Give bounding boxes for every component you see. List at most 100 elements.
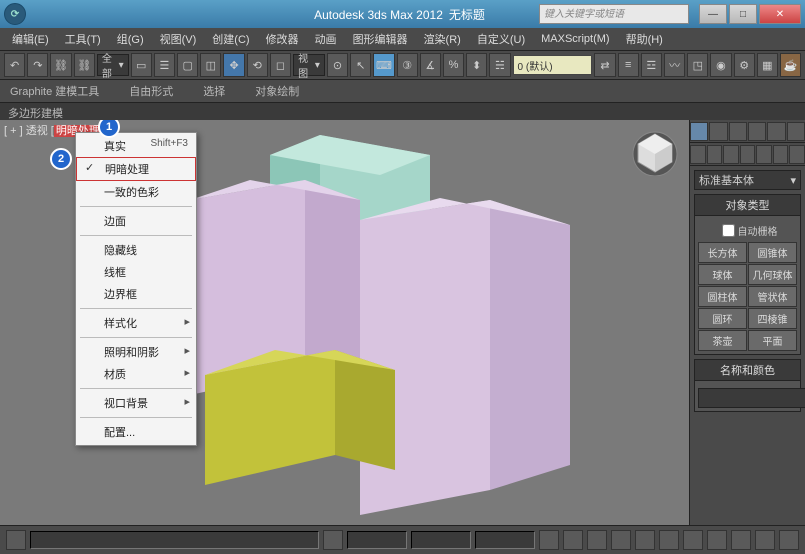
name-color-header[interactable]: 名称和颜色: [695, 360, 800, 381]
selection-filter-combo[interactable]: 全部 ▾: [97, 54, 129, 76]
menu-animation[interactable]: 动画: [307, 29, 345, 49]
box-button[interactable]: 长方体: [698, 242, 747, 263]
menu-maxscript[interactable]: MAXScript(M): [533, 31, 617, 47]
selection-lock-icon[interactable]: [611, 530, 631, 550]
fov-icon[interactable]: [731, 530, 751, 550]
menu-graph-editors[interactable]: 图形编辑器: [345, 29, 416, 49]
menu-customize[interactable]: 自定义(U): [469, 29, 533, 49]
ctx-wireframe[interactable]: 线框: [76, 261, 196, 283]
ctx-bounding-box[interactable]: 边界框: [76, 283, 196, 305]
menu-create[interactable]: 创建(C): [204, 29, 257, 49]
menu-edit[interactable]: 编辑(E): [4, 29, 57, 49]
zoom-region-icon[interactable]: [755, 530, 775, 550]
time-tag-icon[interactable]: [563, 530, 583, 550]
motion-tab-icon[interactable]: [748, 122, 766, 141]
systems-icon[interactable]: [789, 145, 805, 164]
render-icon[interactable]: ☕: [780, 53, 801, 77]
close-button[interactable]: ✕: [759, 4, 801, 24]
redo-icon[interactable]: ↷: [27, 53, 48, 77]
shapes-icon[interactable]: [707, 145, 723, 164]
coord-y-field[interactable]: [411, 531, 471, 549]
primitive-type-combo[interactable]: 标准基本体▾: [694, 170, 801, 190]
ribbon-freeform[interactable]: 自由形式: [129, 83, 173, 99]
ctx-stylized[interactable]: 样式化: [76, 312, 196, 334]
undo-icon[interactable]: ↶: [4, 53, 25, 77]
menu-render[interactable]: 渲染(R): [416, 29, 469, 49]
hierarchy-tab-icon[interactable]: [729, 122, 747, 141]
render-frame-icon[interactable]: ▦: [757, 53, 778, 77]
torus-button[interactable]: 圆环: [698, 308, 747, 329]
select-icon[interactable]: ▭: [131, 53, 152, 77]
create-tab-icon[interactable]: [690, 122, 708, 141]
geosphere-button[interactable]: 几何球体: [748, 264, 797, 285]
ctx-consistent-color[interactable]: 一致的色彩: [76, 181, 196, 203]
display-tab-icon[interactable]: [767, 122, 785, 141]
ribbon-graphite[interactable]: Graphite 建模工具: [10, 83, 99, 99]
material-editor-icon[interactable]: ◉: [710, 53, 731, 77]
app-icon[interactable]: ⟳: [4, 3, 26, 25]
geometry-icon[interactable]: [690, 145, 706, 164]
grid-icon[interactable]: [539, 530, 559, 550]
object-type-header[interactable]: 对象类型: [695, 195, 800, 216]
ref-coord-combo[interactable]: 视图 ▾: [293, 54, 325, 76]
select-manipulate-icon[interactable]: ↖: [350, 53, 371, 77]
layer-manager-icon[interactable]: ☲: [641, 53, 662, 77]
align-icon[interactable]: ≡: [618, 53, 639, 77]
maximize-button[interactable]: □: [729, 4, 757, 24]
move-icon[interactable]: ✥: [223, 53, 244, 77]
link-icon[interactable]: ⛓: [50, 53, 71, 77]
pivot-icon[interactable]: ⊙: [327, 53, 348, 77]
modify-tab-icon[interactable]: [709, 122, 727, 141]
mirror-icon[interactable]: ⇄: [594, 53, 615, 77]
spacewarps-icon[interactable]: [773, 145, 789, 164]
minimize-button[interactable]: —: [699, 4, 727, 24]
ribbon-selection[interactable]: 选择: [203, 83, 225, 99]
lock-icon[interactable]: [323, 530, 343, 550]
pyramid-button[interactable]: 四棱锥: [748, 308, 797, 329]
percent-snap-icon[interactable]: %: [443, 53, 464, 77]
schematic-icon[interactable]: ◳: [687, 53, 708, 77]
plane-button[interactable]: 平面: [748, 330, 797, 351]
menu-view[interactable]: 视图(V): [152, 29, 205, 49]
rotate-icon[interactable]: ⟲: [247, 53, 268, 77]
tube-button[interactable]: 管状体: [748, 286, 797, 307]
ctx-shaded[interactable]: ✓明暗处理: [76, 157, 196, 181]
helpers-icon[interactable]: [756, 145, 772, 164]
zoom-icon[interactable]: [683, 530, 703, 550]
cameras-icon[interactable]: [740, 145, 756, 164]
ctx-background[interactable]: 视口背景: [76, 392, 196, 414]
keyboard-shortcut-icon[interactable]: ⌨: [373, 53, 394, 77]
teapot-button[interactable]: 茶壶: [698, 330, 747, 351]
menu-group[interactable]: 组(G): [109, 29, 152, 49]
coord-z-field[interactable]: [475, 531, 535, 549]
select-rect-icon[interactable]: ▢: [177, 53, 198, 77]
layer-input[interactable]: 0 (默认): [513, 55, 593, 75]
view-cube-icon[interactable]: [630, 126, 680, 176]
pan-icon[interactable]: [635, 530, 655, 550]
sphere-button[interactable]: 球体: [698, 264, 747, 285]
named-sets-icon[interactable]: ☵: [489, 53, 510, 77]
render-setup-icon[interactable]: ⚙: [734, 53, 755, 77]
viewport[interactable]: [ + ] 透视 [明暗处理] 1 2 真实Shift+F3 ✓明暗处理 一致的…: [0, 120, 690, 526]
isolate-icon[interactable]: [587, 530, 607, 550]
ctx-configure[interactable]: 配置...: [76, 421, 196, 443]
cylinder-button[interactable]: 圆柱体: [698, 286, 747, 307]
scale-icon[interactable]: ◻: [270, 53, 291, 77]
ribbon-paint[interactable]: 对象绘制: [255, 83, 299, 99]
select-name-icon[interactable]: ☰: [154, 53, 175, 77]
snap-icon[interactable]: ③: [397, 53, 418, 77]
utilities-tab-icon[interactable]: [787, 122, 805, 141]
ctx-realistic[interactable]: 真实Shift+F3: [76, 135, 196, 157]
ctx-hidden-line[interactable]: 隐藏线: [76, 239, 196, 261]
cone-button[interactable]: 圆锥体: [748, 242, 797, 263]
coord-x-field[interactable]: [347, 531, 407, 549]
angle-snap-icon[interactable]: ∡: [420, 53, 441, 77]
object-name-input[interactable]: [698, 388, 805, 408]
unlink-icon[interactable]: ⛓: [74, 53, 95, 77]
menu-help[interactable]: 帮助(H): [618, 29, 671, 49]
spinner-snap-icon[interactable]: ⬍: [466, 53, 487, 77]
ctx-edged-faces[interactable]: 边面: [76, 210, 196, 232]
ctx-materials[interactable]: 材质: [76, 363, 196, 385]
maxscript-listener-icon[interactable]: [6, 530, 26, 550]
zoom-extents-icon[interactable]: [707, 530, 727, 550]
